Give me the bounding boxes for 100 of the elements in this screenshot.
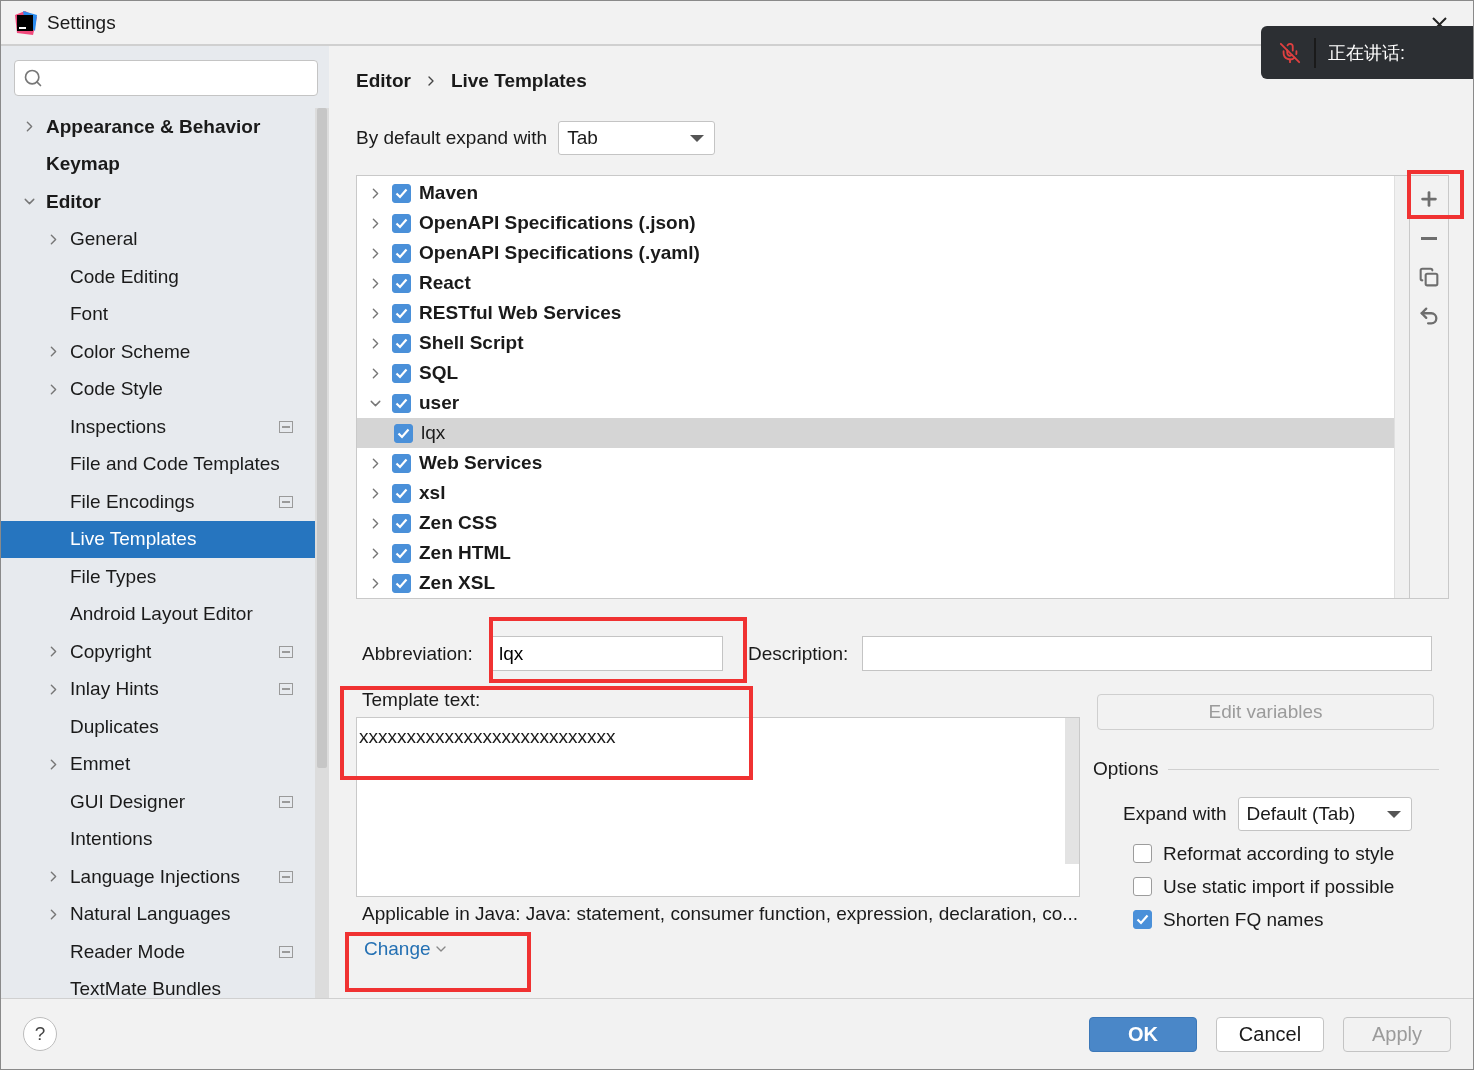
sidebar-item[interactable]: GUI Designer	[1, 783, 315, 821]
template-label: xsl	[419, 482, 446, 504]
sidebar-item[interactable]: File Types	[1, 558, 315, 596]
field-label: Template text:	[362, 689, 481, 711]
expand-dropdown[interactable]: Tab	[558, 121, 716, 155]
checkbox[interactable]	[394, 423, 413, 443]
applicable-contexts-text: Applicable in Java: Java: statement, consumer function, expression, declaration, co...	[362, 903, 1079, 925]
checkbox[interactable]	[392, 483, 411, 503]
template-label: OpenAPI Specifications (.json)	[419, 212, 696, 234]
breadcrumb-item: Editor	[356, 70, 411, 92]
highlight-frame	[1407, 170, 1464, 219]
template-tree-row[interactable]: lqx	[357, 418, 1394, 448]
checkbox[interactable]	[392, 183, 411, 203]
template-label: Zen CSS	[419, 512, 498, 534]
checkbox-label: Shorten FQ names	[1163, 908, 1324, 931]
template-label: SQL	[419, 362, 459, 384]
template-tree-row[interactable]: React	[357, 268, 1394, 298]
sidebar-item[interactable]: Inspections	[1, 408, 315, 446]
minus-icon	[1421, 236, 1437, 240]
sidebar-item[interactable]: File Encodings	[1, 483, 315, 521]
checkbox[interactable]	[1133, 877, 1152, 896]
copy-icon	[1419, 267, 1439, 287]
template-tree-row[interactable]: Zen HTML	[357, 538, 1394, 568]
sidebar-item[interactable]: Keymap	[1, 145, 315, 183]
template-label: React	[419, 272, 471, 294]
template-label: Maven	[419, 182, 479, 204]
dialog-button[interactable]: OK	[1089, 1016, 1197, 1052]
abbreviation-field[interactable]: lqx	[491, 636, 723, 671]
sidebar-item[interactable]: Emmet	[1, 745, 315, 783]
checkbox[interactable]	[392, 393, 411, 413]
template-label: user	[419, 392, 460, 414]
sidebar-item[interactable]: File and Code Templates	[1, 445, 315, 483]
template-tree-row[interactable]: Maven	[357, 178, 1394, 208]
group-title: Options	[1093, 758, 1159, 780]
expand-with-dropdown[interactable]: Default (Tab)	[1237, 797, 1412, 831]
checkbox[interactable]	[392, 243, 411, 263]
checkbox[interactable]	[392, 333, 411, 353]
sidebar-item[interactable]: Code Style	[1, 370, 315, 408]
breadcrumb-item: Live Templates	[450, 70, 587, 92]
sidebar-item[interactable]: General	[1, 220, 315, 258]
checkbox[interactable]	[392, 513, 411, 533]
sidebar-item[interactable]: Intentions	[1, 820, 315, 858]
checkbox[interactable]	[392, 213, 411, 233]
checkbox[interactable]	[1133, 844, 1152, 863]
dialog-button[interactable]: Cancel	[1216, 1016, 1324, 1052]
undo-icon	[1418, 305, 1440, 327]
template-label: Shell Script	[419, 332, 524, 354]
template-label: RESTful Web Services	[419, 302, 622, 324]
muted-microphone-icon	[1279, 41, 1301, 64]
template-text-area[interactable]: xxxxxxxxxxxxxxxxxxxxxxxxxxx	[356, 717, 1080, 897]
sidebar-item[interactable]: Live Templates	[1, 520, 315, 558]
window-title: Settings	[47, 11, 116, 34]
checkbox[interactable]	[392, 363, 411, 383]
checkbox[interactable]	[1133, 910, 1152, 929]
app-logo-icon	[13, 10, 37, 35]
template-tree-row[interactable]: xsl	[357, 478, 1394, 508]
change-link[interactable]: Change	[364, 938, 449, 960]
template-tree-row[interactable]: Shell Script	[357, 328, 1394, 358]
sidebar-item[interactable]: Font	[1, 295, 315, 333]
sidebar-item[interactable]: Inlay Hints	[1, 670, 315, 708]
field-label: By default expand with	[356, 127, 548, 149]
template-tree-row[interactable]: SQL	[357, 358, 1394, 388]
field-label: Expand with	[1123, 803, 1227, 825]
checkbox-label: Use static import if possible	[1163, 875, 1395, 898]
sidebar-item[interactable]: Copyright	[1, 633, 315, 671]
sidebar-item[interactable]: Android Layout Editor	[1, 595, 315, 633]
checkbox-label: Reformat according to style	[1163, 842, 1395, 865]
sidebar-item[interactable]: Natural Languages	[1, 895, 315, 933]
sidebar-item[interactable]: Language Injections	[1, 858, 315, 896]
field-label: Abbreviation:	[362, 642, 473, 665]
sidebar-item[interactable]: Color Scheme	[1, 333, 315, 371]
sidebar-item[interactable]: Reader Mode	[1, 933, 315, 971]
help-button[interactable]: ?	[23, 1017, 57, 1051]
sidebar-item[interactable]: TextMate Bundles	[1, 970, 315, 998]
description-field[interactable]	[862, 636, 1433, 671]
checkbox[interactable]	[392, 453, 411, 473]
plus-icon	[1418, 188, 1440, 210]
template-label: OpenAPI Specifications (.yaml)	[419, 242, 700, 264]
template-label: lqx	[421, 422, 446, 444]
template-tree-row[interactable]: Zen CSS	[357, 508, 1394, 538]
checkbox[interactable]	[392, 573, 411, 593]
search-field[interactable]	[14, 60, 318, 96]
scrollbar-thumb[interactable]	[317, 108, 327, 768]
template-label: Zen HTML	[419, 542, 511, 564]
template-tree-row[interactable]: RESTful Web Services	[357, 298, 1394, 328]
sidebar-item[interactable]: Code Editing	[1, 258, 315, 296]
sidebar-item[interactable]: Duplicates	[1, 708, 315, 746]
search-icon	[23, 68, 43, 88]
checkbox[interactable]	[392, 543, 411, 563]
template-tree-row[interactable]: user	[357, 388, 1394, 418]
template-tree-row[interactable]: Zen XSL	[357, 568, 1394, 598]
template-label: Zen XSL	[419, 572, 495, 594]
sidebar-item[interactable]: Editor	[1, 183, 315, 221]
checkbox[interactable]	[392, 273, 411, 293]
field-label: Description:	[747, 642, 849, 665]
sidebar-item[interactable]: Appearance & Behavior	[1, 108, 315, 146]
checkbox[interactable]	[392, 303, 411, 323]
template-tree-row[interactable]: OpenAPI Specifications (.yaml)	[357, 238, 1394, 268]
template-tree-row[interactable]: Web Services	[357, 448, 1394, 478]
template-tree-row[interactable]: OpenAPI Specifications (.json)	[357, 208, 1394, 238]
